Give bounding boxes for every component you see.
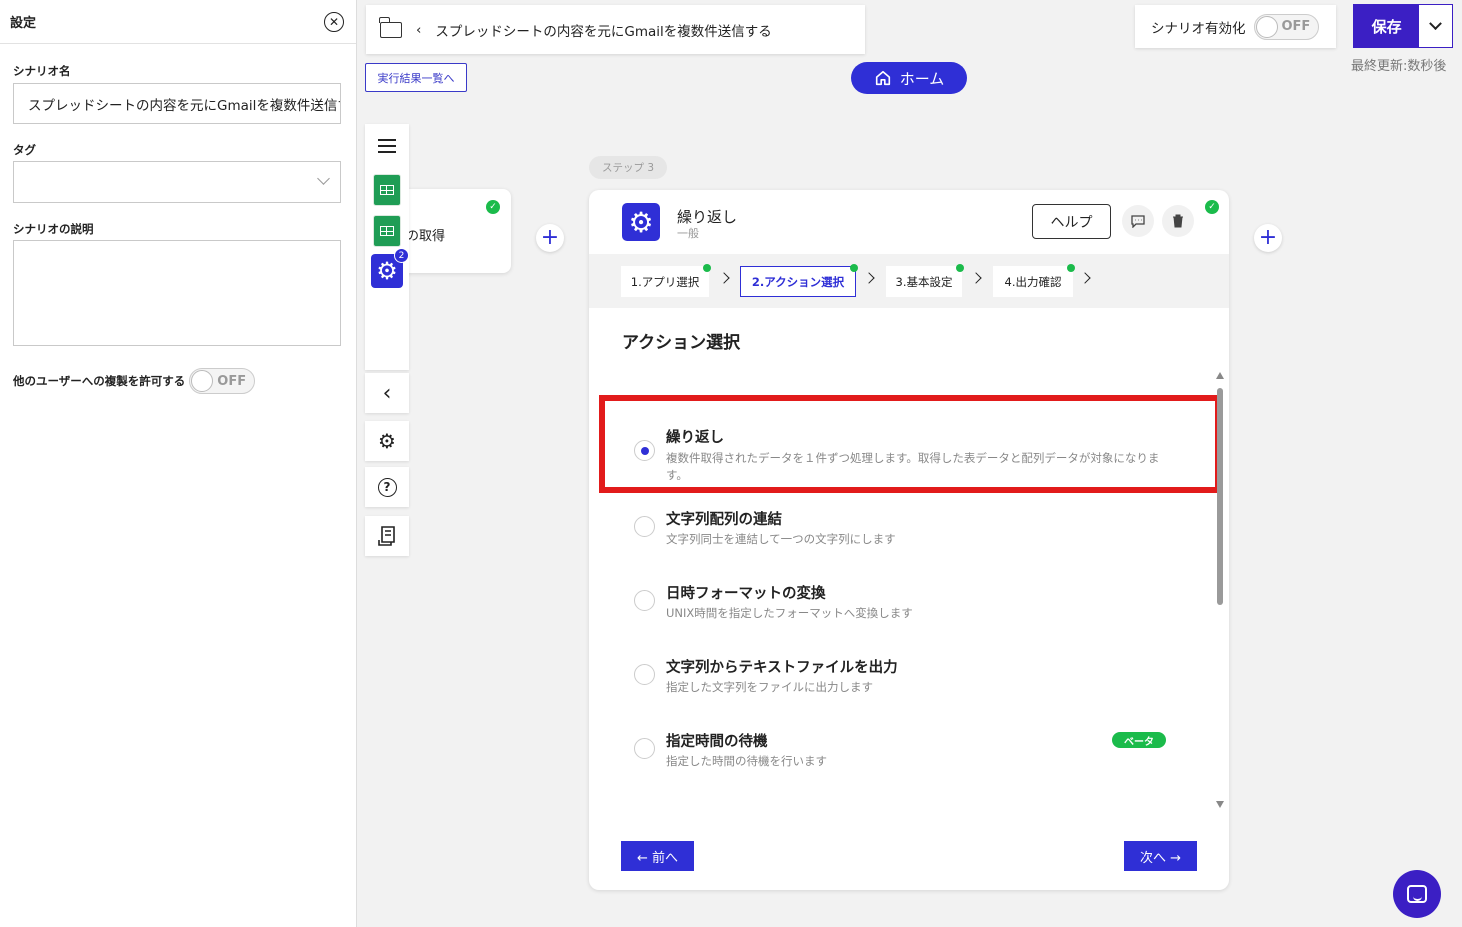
description-label: シナリオの説明 <box>13 222 94 236</box>
settings-header: 設定 ✕ <box>0 0 356 44</box>
highlight-box <box>599 395 1221 493</box>
gear-icon[interactable]: ⚙ 2 <box>371 248 409 288</box>
step-card: ⚙ 繰り返し 一般 ヘルプ ✓ 1.アプリ選択 2.アクション選択 3.基本設定… <box>589 190 1229 890</box>
allow-copy-label: 他のユーザーへの複製を許可する <box>13 374 186 388</box>
home-button[interactable]: ホーム <box>851 62 967 94</box>
chevron-right-icon <box>863 272 875 284</box>
option-title: 文字列からテキストファイルを出力 <box>666 660 898 676</box>
home-label: ホーム <box>899 69 945 88</box>
check-icon: ✓ <box>486 200 500 214</box>
save-dropdown-button[interactable] <box>1419 5 1452 47</box>
log-button[interactable] <box>365 516 409 556</box>
last-updated: 最終更新:数秒後 <box>1351 59 1447 74</box>
question-icon: ? <box>377 477 397 497</box>
tab-label: 4.出力確認 <box>1004 274 1062 289</box>
next-button[interactable]: 次へ → <box>1124 841 1197 871</box>
chevron-right-icon <box>970 272 982 284</box>
scrollbar-thumb[interactable] <box>1217 388 1223 605</box>
breadcrumb-title: スプレッドシートの内容を元にGmailを複数件送信する <box>435 23 772 40</box>
collapse-button[interactable]: ‹ <box>365 373 409 413</box>
chat-icon <box>1407 885 1427 903</box>
run-results-button[interactable]: 実行結果一覧へ <box>365 63 467 92</box>
help-button[interactable]: ? <box>365 467 409 507</box>
tab-action-select[interactable]: 2.アクション選択 <box>740 264 858 297</box>
allow-copy-row: 他のユーザーへの複製を許可する OFF <box>13 368 256 394</box>
description-textarea[interactable] <box>13 240 341 346</box>
tag-label: タグ <box>13 143 36 157</box>
allow-copy-toggle[interactable]: OFF <box>189 368 256 394</box>
list-icon[interactable] <box>371 130 403 162</box>
option-description: 文字列同士を連結して一つの文字列にします <box>666 532 896 546</box>
radio-button[interactable] <box>634 590 655 611</box>
chevron-down-icon <box>317 172 330 185</box>
comment-icon[interactable] <box>1122 205 1154 237</box>
radio-button[interactable] <box>634 516 655 537</box>
section-title: アクション選択 <box>622 333 741 353</box>
scenario-name-label: シナリオ名 <box>13 64 71 78</box>
breadcrumb: ‹ スプレッドシートの内容を元にGmailを複数件送信する <box>366 5 865 54</box>
scenario-name-input[interactable]: スプレッドシートの内容を元にGmailを複数件送信する <box>13 83 341 124</box>
option-title: 文字列配列の連結 <box>666 512 782 528</box>
prev-button[interactable]: ← 前へ <box>621 841 694 871</box>
add-step-button[interactable]: + <box>1254 224 1282 252</box>
add-step-button[interactable]: + <box>536 224 564 252</box>
settings-panel: 設定 ✕ シナリオ名 スプレッドシートの内容を元にGmailを複数件送信する タ… <box>0 0 357 927</box>
activate-label: シナリオ有効化 <box>1151 20 1246 37</box>
activate-toggle[interactable]: OFF <box>1253 13 1320 40</box>
chevron-right-icon <box>718 272 730 284</box>
step-toolbar: ⚙ 2 <box>365 124 409 370</box>
close-icon[interactable]: ✕ <box>324 11 344 32</box>
action-option-wait[interactable]: 指定時間の待機 指定した時間の待機を行います ベータ <box>599 712 1207 802</box>
option-description: UNIX時間を指定したフォーマットへ変換します <box>666 606 913 620</box>
step-label: ステップ 3 <box>589 156 667 179</box>
option-title: 日時フォーマットの変換 <box>666 586 826 602</box>
document-icon <box>378 526 395 546</box>
activate-state: OFF <box>1281 19 1311 34</box>
step-card-header: ⚙ 繰り返し 一般 ヘルプ ✓ <box>589 190 1229 254</box>
allow-copy-state: OFF <box>217 373 247 389</box>
scroll-down-icon[interactable] <box>1216 801 1224 808</box>
step-title: 繰り返し <box>677 208 738 226</box>
gear-icon: ⚙ <box>378 429 396 453</box>
home-icon <box>875 70 890 86</box>
scrollbar[interactable] <box>1216 372 1224 808</box>
settings-button[interactable]: ⚙ <box>365 421 409 461</box>
beta-badge: ベータ <box>1112 732 1166 748</box>
tab-output-check[interactable]: 4.出力確認 <box>993 264 1075 297</box>
previous-step-text: の取得 <box>406 229 446 244</box>
save-button-group: 保存 <box>1353 4 1453 48</box>
chevron-left-icon: ‹ <box>382 380 392 406</box>
radio-button[interactable] <box>634 664 655 685</box>
chevron-down-icon <box>1429 16 1443 30</box>
toggle-knob <box>191 370 214 392</box>
radio-button[interactable] <box>634 738 655 759</box>
tab-label: 3.基本設定 <box>895 274 953 289</box>
breadcrumb-back-icon[interactable]: ‹ <box>416 22 421 38</box>
settings-title: 設定 <box>10 16 37 31</box>
tag-select[interactable] <box>13 161 341 203</box>
option-description: 指定した時間の待機を行います <box>666 754 827 768</box>
tab-label: 1.アプリ選択 <box>630 274 700 289</box>
folder-icon[interactable] <box>379 16 402 38</box>
step-count-badge: 2 <box>394 248 409 263</box>
help-button[interactable]: ヘルプ <box>1032 204 1111 239</box>
option-description: 指定した文字列をファイルに出力します <box>666 680 873 694</box>
spreadsheet-icon[interactable] <box>371 215 403 247</box>
tab-label: 2.アクション選択 <box>751 274 845 289</box>
spreadsheet-icon[interactable] <box>371 174 403 206</box>
option-title: 指定時間の待機 <box>666 734 768 750</box>
tab-basic-settings[interactable]: 3.基本設定 <box>886 264 964 297</box>
chevron-right-icon <box>1079 272 1091 284</box>
chat-button[interactable] <box>1393 870 1441 918</box>
save-button[interactable]: 保存 <box>1354 5 1419 47</box>
check-icon: ✓ <box>1205 200 1219 214</box>
step-subtitle: 一般 <box>677 227 699 240</box>
trash-icon[interactable] <box>1162 205 1194 237</box>
step-tabs: 1.アプリ選択 2.アクション選択 3.基本設定 4.出力確認 <box>589 254 1229 308</box>
scenario-activate-box: シナリオ有効化 OFF <box>1135 5 1336 48</box>
gear-icon: ⚙ <box>622 203 660 241</box>
tab-app-select[interactable]: 1.アプリ選択 <box>621 264 711 297</box>
scroll-up-icon[interactable] <box>1216 372 1224 379</box>
toggle-knob <box>1255 15 1278 38</box>
